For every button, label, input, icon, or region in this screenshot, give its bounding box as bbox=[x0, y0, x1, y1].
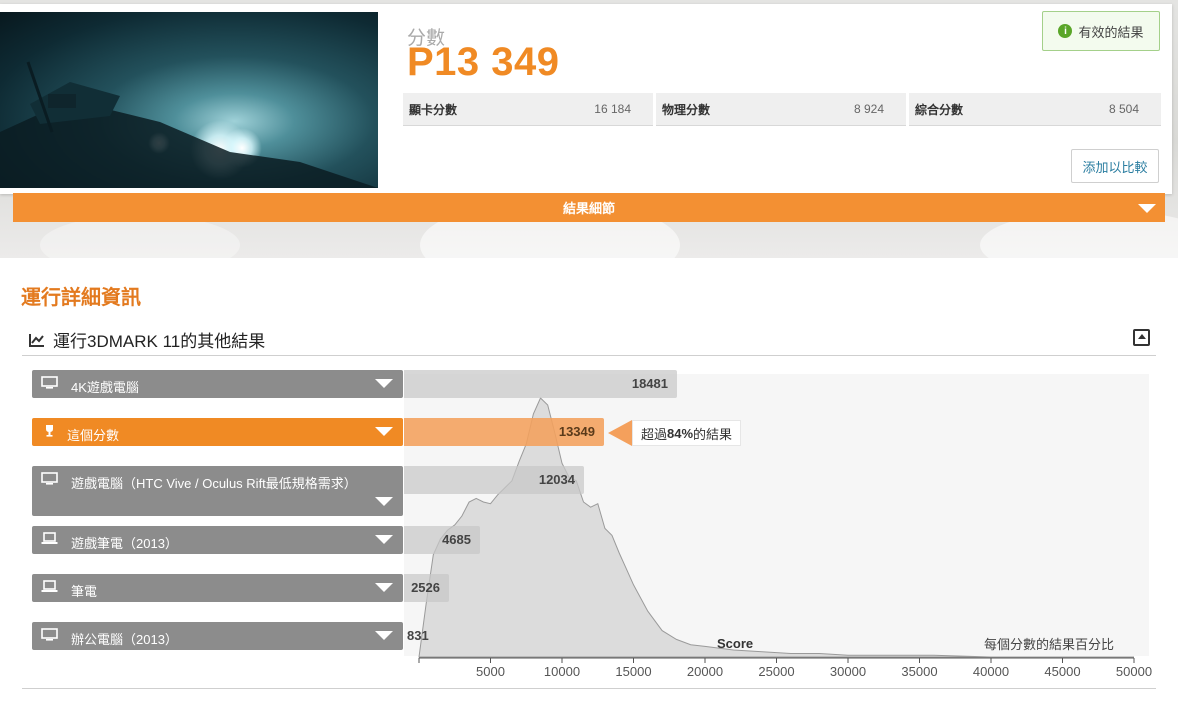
chevron-down-icon[interactable] bbox=[375, 379, 393, 388]
row-vr-gaming-pc[interactable]: 遊戲電腦（HTC Vive / Oculus Rift最低規格需求） bbox=[32, 466, 403, 516]
trophy-icon bbox=[41, 424, 58, 437]
comparison-bar: 4685 bbox=[404, 526, 480, 554]
chevron-down-icon[interactable] bbox=[375, 497, 393, 506]
row-office-pc[interactable]: 辦公電腦（2013） bbox=[32, 622, 403, 650]
row-label: 遊戲電腦（HTC Vive / Oculus Rift最低規格需求） bbox=[71, 476, 357, 491]
chevron-down-icon[interactable] bbox=[375, 631, 393, 640]
x-tick-label: 5000 bbox=[476, 664, 505, 679]
desktop-icon bbox=[41, 376, 58, 389]
desktop-icon bbox=[41, 472, 58, 485]
x-tick-label: 35000 bbox=[901, 664, 938, 679]
row-gaming-laptop[interactable]: 遊戲筆電（2013） bbox=[32, 526, 403, 554]
comparison-bar: 2526 bbox=[404, 574, 449, 602]
divider bbox=[22, 688, 1156, 689]
row-label: 4K遊戲電腦 bbox=[71, 380, 139, 395]
bar-value: 12034 bbox=[538, 472, 575, 487]
chevron-down-icon[interactable] bbox=[375, 427, 393, 436]
row-this-score[interactable]: 這個分數 bbox=[32, 418, 403, 446]
comparison-bar: 831 bbox=[404, 622, 429, 650]
percentile-callout: 超過 84% 的結果 bbox=[632, 420, 742, 446]
chevron-down-icon[interactable] bbox=[375, 583, 393, 592]
y-axis-label: 每個分數的結果百分比 bbox=[984, 637, 1115, 652]
bar-value: 13349 bbox=[558, 424, 595, 439]
bar-value: 2526 bbox=[411, 580, 440, 595]
desktop-icon bbox=[41, 628, 58, 641]
x-tick-label: 30000 bbox=[829, 664, 867, 679]
row-laptop[interactable]: 筆電 bbox=[32, 574, 403, 602]
laptop-icon bbox=[41, 532, 58, 545]
row-label: 這個分數 bbox=[67, 428, 120, 443]
x-tick-label: 10000 bbox=[543, 664, 581, 679]
row-4k-gaming-pc[interactable]: 4K遊戲電腦 bbox=[32, 370, 403, 398]
x-tick-label: 15000 bbox=[615, 664, 652, 679]
bar-value: 4685 bbox=[442, 532, 471, 547]
comparison-bar: 18481 bbox=[404, 370, 677, 398]
x-tick-label: 50000 bbox=[1115, 664, 1153, 679]
row-label: 筆電 bbox=[71, 584, 98, 599]
bar-value: 831 bbox=[407, 628, 429, 643]
callout-suffix: 的結果 bbox=[693, 426, 733, 442]
row-label: 遊戲筆電（2013） bbox=[71, 536, 178, 551]
x-tick-label: 25000 bbox=[758, 664, 795, 679]
x-tick-label: 20000 bbox=[686, 664, 724, 679]
chevron-down-icon[interactable] bbox=[375, 535, 393, 544]
callout-percent: 84% bbox=[667, 425, 694, 441]
callout-arrow bbox=[608, 420, 632, 446]
bar-value: 18481 bbox=[631, 376, 668, 391]
comparison-bar-this-score: 13349 bbox=[404, 418, 604, 446]
x-tick-label: 45000 bbox=[1044, 664, 1081, 679]
x-tick-label: 40000 bbox=[972, 664, 1010, 679]
comparison-bar: 12034 bbox=[404, 466, 584, 494]
laptop-icon bbox=[41, 580, 58, 593]
row-label: 辦公電腦（2013） bbox=[71, 632, 178, 647]
x-axis-label: Score bbox=[717, 636, 754, 651]
callout-prefix: 超過 bbox=[641, 426, 668, 442]
